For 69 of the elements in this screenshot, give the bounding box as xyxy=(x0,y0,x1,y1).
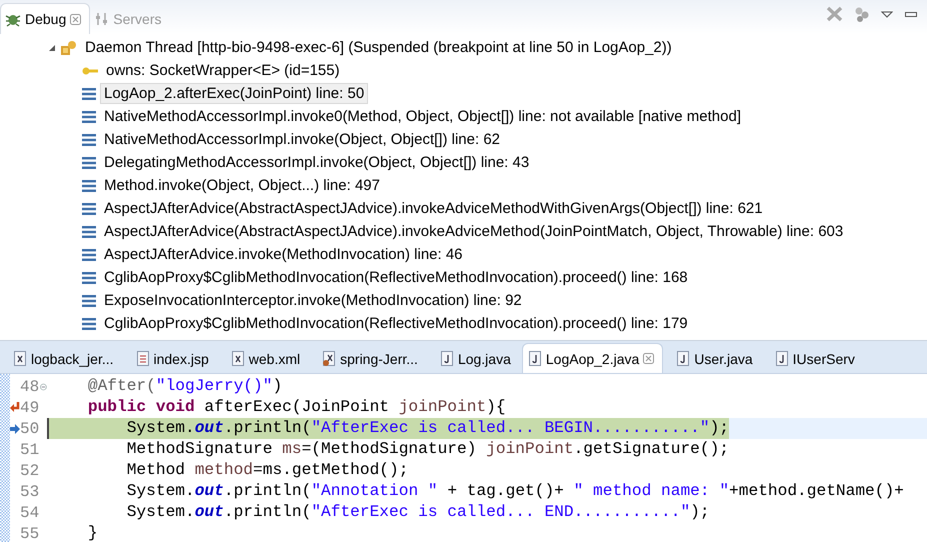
stack-frame-icon xyxy=(82,272,96,284)
line-number: 55 xyxy=(20,524,40,542)
line-number: 49 xyxy=(20,398,40,416)
close-icon[interactable] xyxy=(643,353,654,364)
line-number: 52 xyxy=(20,462,40,480)
close-icon[interactable] xyxy=(70,14,82,24)
minimize-icon[interactable] xyxy=(905,12,917,16)
remove-all-icon[interactable] xyxy=(826,6,843,22)
xml-file-icon xyxy=(230,350,245,367)
code-line: public void afterExec(JoinPoint joinPoint){ xyxy=(86,397,506,418)
thread-icon xyxy=(60,40,77,56)
stack-frame[interactable]: AspectJAfterAdvice(AbstractAspectJAdvice).invokeAdviceMethodWithGivenArgs(Object[]) line: 621 xyxy=(100,198,767,219)
stack-frame-icon xyxy=(82,110,96,122)
code-editor[interactable] xyxy=(0,374,927,542)
code-line: @After("logJerry()") xyxy=(86,376,282,397)
stack-frame-icon xyxy=(82,318,96,330)
xml-file-icon xyxy=(322,350,336,367)
java-file-icon xyxy=(440,350,454,367)
java-file-icon xyxy=(774,350,789,367)
stack-frame-icon xyxy=(82,248,96,260)
editor-tab[interactable]: IUserServ xyxy=(764,343,864,373)
stack-frame[interactable]: AspectJAfterAdvice.invoke(MethodInvocation) line: 46 xyxy=(100,244,467,265)
servers-icon xyxy=(95,12,110,26)
editor-tab[interactable]: Log.java xyxy=(428,343,520,373)
java-file-icon xyxy=(528,350,542,367)
stack-frame[interactable]: CglibAopProxy$CglibMethodInvocation(ReflectiveMethodInvocation).proceed() line: 168 xyxy=(100,267,692,288)
collapse-arrow-icon[interactable] xyxy=(48,44,56,52)
instruction-pointer-icon xyxy=(10,424,20,434)
editor-tab[interactable]: index.jsp xyxy=(124,343,218,373)
stack-frame[interactable]: LogAop_2.afterExec(JoinPoint) line: 50 xyxy=(100,83,368,104)
stack-frame-icon xyxy=(82,88,96,100)
line-number: 54 xyxy=(20,504,40,522)
stack-frame-icon xyxy=(82,226,96,238)
stack-frame-icon xyxy=(82,156,96,168)
xml-file-icon xyxy=(13,350,27,367)
code-line: MethodSignature ms=(MethodSignature) joinPoint.getSignature(); xyxy=(126,439,730,460)
editor-tab[interactable]: User.java xyxy=(665,343,762,373)
page-file-icon xyxy=(136,350,150,367)
stack-frame[interactable]: NativeMethodAccessorImpl.invoke0(Method, Object, Object[]) line: not available [native method] xyxy=(100,106,745,127)
stack-frame[interactable]: NativeMethodAccessorImpl.invoke(Object, Object[]) line: 62 xyxy=(100,129,504,150)
override-arrow-icon xyxy=(10,402,20,414)
editor-tab[interactable]: web.xml xyxy=(220,343,310,373)
editor-tab[interactable]: LogAop_2.java xyxy=(522,343,664,373)
monitor-label[interactable]: owns: SocketWrapper<E> (id=155) xyxy=(102,60,344,81)
code-line: System.out.println("Annotation " + tag.get()+ " method name: "+method.getName()+ xyxy=(126,481,904,502)
stack-frame-icon xyxy=(82,180,96,192)
stack-frame[interactable]: ExposeInvocationInterceptor.invoke(MethodInvocation) line: 92 xyxy=(100,290,526,311)
stack-frame[interactable]: DelegatingMethodAccessorImpl.invoke(Object, Object[]) line: 43 xyxy=(100,152,534,173)
key-icon xyxy=(82,66,98,76)
stack-frame-icon xyxy=(82,134,96,146)
line-number: 50 xyxy=(20,420,40,438)
view-tab[interactable]: Debug xyxy=(0,3,90,34)
code-line: Method method=ms.getMethod(); xyxy=(126,460,408,481)
java-file-icon xyxy=(676,350,690,367)
stack-frame-icon xyxy=(82,202,96,214)
stack-frame[interactable]: AspectJAfterAdvice(AbstractAspectJAdvice).invokeAdviceMethod(JoinPointMatch, Object, Throwable) line: 603 xyxy=(100,221,848,242)
code-line: System.out.println("AfterExec is called... END..........."); xyxy=(126,502,710,523)
editor-tab[interactable]: logback_jer... xyxy=(2,343,122,373)
collapse-icon[interactable] xyxy=(40,382,47,392)
stack-frame[interactable]: Method.invoke(Object, Object...) line: 497 xyxy=(100,175,384,196)
line-number: 53 xyxy=(20,482,40,500)
line-number: 48 xyxy=(20,378,40,396)
stack-frame[interactable]: CglibAopProxy$CglibMethodInvocation(ReflectiveMethodInvocation).proceed() line: 179 xyxy=(100,313,692,334)
editor-tab[interactable]: spring-Jerr... xyxy=(311,343,427,373)
line-number: 51 xyxy=(20,440,40,458)
code-line: } xyxy=(86,523,98,542)
stack-frame-icon xyxy=(82,294,96,306)
view-menu-icon[interactable] xyxy=(881,10,893,18)
thread-label[interactable]: Daemon Thread [http-bio-9498-exec-6] (Suspended (breakpoint at line 50 in LogAop_2)) xyxy=(81,37,676,58)
